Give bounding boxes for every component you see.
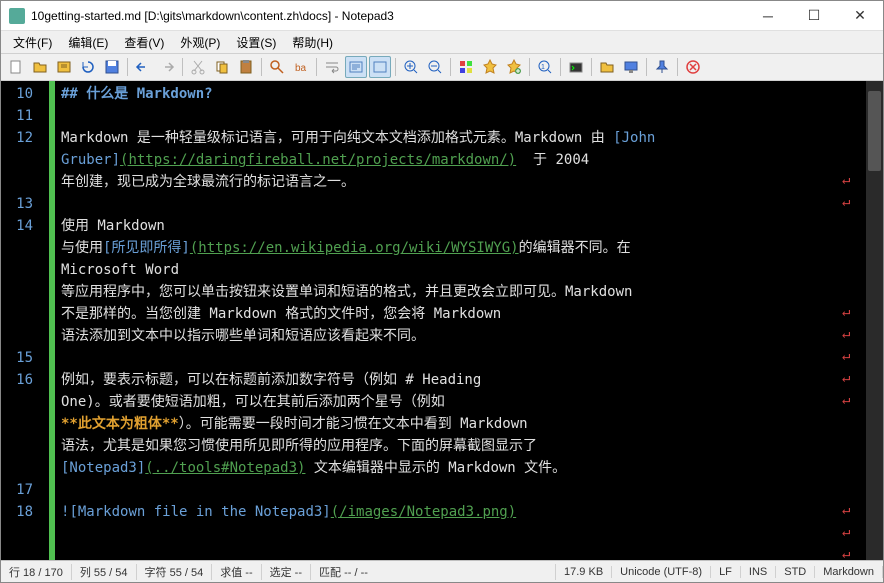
maximize-button[interactable]: ☐ [791, 1, 837, 31]
scheme-icon[interactable] [455, 56, 477, 78]
status-match[interactable]: 匹配 -- / -- [311, 564, 556, 580]
titlebar[interactable]: 10getting-started.md [D:\gits\markdown\c… [1, 1, 883, 31]
revert-icon[interactable] [77, 56, 99, 78]
zoom-out-icon[interactable] [424, 56, 446, 78]
status-encoding[interactable]: Unicode (UTF-8) [612, 566, 711, 578]
status-eol[interactable]: LF [711, 566, 741, 578]
paste-icon[interactable] [235, 56, 257, 78]
menubar: 文件(F) 编辑(E) 查看(V) 外观(P) 设置(S) 帮助(H) [1, 31, 883, 53]
status-val[interactable]: 求值 -- [212, 564, 261, 580]
status-ins[interactable]: INS [741, 566, 776, 578]
close-button[interactable]: ✕ [837, 1, 883, 31]
svg-text:1: 1 [541, 64, 545, 71]
vertical-scrollbar[interactable] [866, 81, 883, 560]
status-lang[interactable]: Markdown [815, 566, 883, 578]
line-numbers: 10 11 12 13 14 15 16 17 18 [1, 81, 39, 560]
status-col[interactable]: 列 55 / 54 [72, 564, 137, 580]
status-size[interactable]: 17.9 KB [556, 566, 612, 578]
redo-icon[interactable] [156, 56, 178, 78]
status-std[interactable]: STD [776, 566, 815, 578]
word-wrap-icon[interactable] [321, 56, 343, 78]
app-window: 10getting-started.md [D:\gits\markdown\c… [0, 0, 884, 583]
zoom-reset-icon[interactable]: 1 [534, 56, 556, 78]
menu-settings[interactable]: 设置(S) [228, 32, 284, 53]
status-char[interactable]: 字符 55 / 54 [137, 564, 213, 580]
open-file-icon[interactable] [29, 56, 51, 78]
customize-icon[interactable] [479, 56, 501, 78]
show-indent-icon[interactable] [369, 56, 391, 78]
menu-appearance[interactable]: 外观(P) [172, 32, 228, 53]
show-whitespace-icon[interactable] [345, 56, 367, 78]
pin-icon[interactable] [651, 56, 673, 78]
cut-icon[interactable] [187, 56, 209, 78]
code-content[interactable]: ## 什么是 Markdown? Markdown 是一种轻量级标记语言，可用于… [55, 81, 866, 560]
favorites-icon[interactable] [503, 56, 525, 78]
new-file-icon[interactable] [5, 56, 27, 78]
status-line[interactable]: 行 18 / 170 [1, 564, 72, 580]
marker-margin [39, 81, 49, 560]
editor-area[interactable]: 10 11 12 13 14 15 16 17 18 ## 什么是 Markdo… [1, 81, 883, 560]
zoom-in-icon[interactable] [400, 56, 422, 78]
menu-help[interactable]: 帮助(H) [284, 32, 341, 53]
menu-file[interactable]: 文件(F) [5, 32, 60, 53]
history-icon[interactable] [53, 56, 75, 78]
monitor-icon[interactable] [620, 56, 642, 78]
save-icon[interactable] [101, 56, 123, 78]
menu-view[interactable]: 查看(V) [116, 32, 172, 53]
svg-text:ba: ba [295, 63, 307, 74]
folder-icon[interactable] [596, 56, 618, 78]
execute-icon[interactable] [565, 56, 587, 78]
copy-icon[interactable] [211, 56, 233, 78]
statusbar: 行 18 / 170 列 55 / 54 字符 55 / 54 求值 -- 选定… [1, 560, 883, 582]
status-sel[interactable]: 选定 -- [262, 564, 311, 580]
wrap-indicators: ↵↵ ↵↵↵↵↵ ↵↵↵↵ [842, 81, 856, 560]
toolbar: ba 1 [1, 53, 883, 81]
replace-icon[interactable]: ba [290, 56, 312, 78]
minimize-button[interactable]: ─ [745, 1, 791, 31]
clear-icon[interactable] [682, 56, 704, 78]
app-icon [9, 8, 25, 24]
menu-edit[interactable]: 编辑(E) [60, 32, 116, 53]
scrollbar-thumb[interactable] [868, 91, 881, 171]
undo-icon[interactable] [132, 56, 154, 78]
window-title: 10getting-started.md [D:\gits\markdown\c… [31, 9, 745, 23]
find-icon[interactable] [266, 56, 288, 78]
